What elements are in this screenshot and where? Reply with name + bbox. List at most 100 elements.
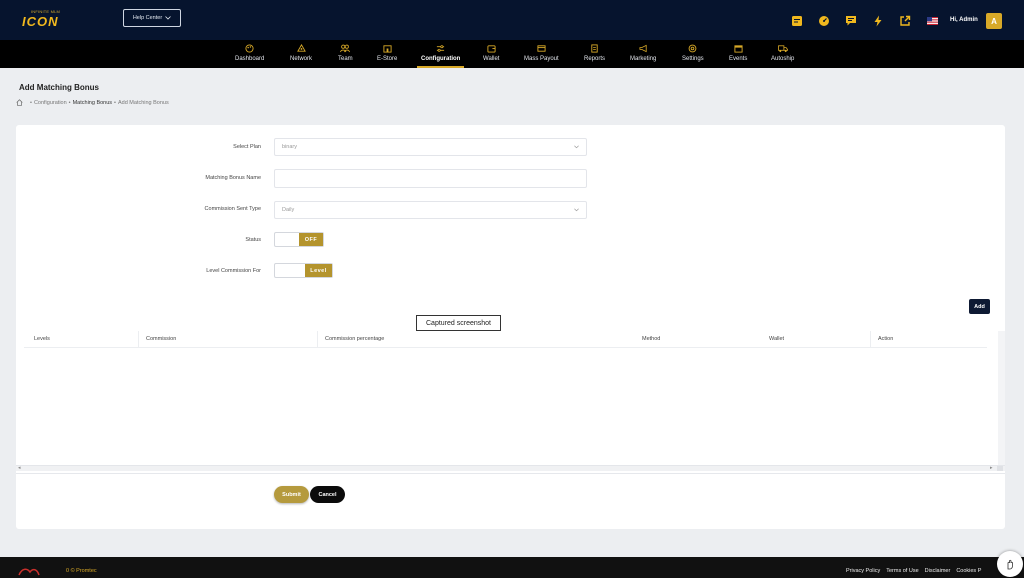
- commission-sent-type-value: Daily: [282, 207, 295, 213]
- nav-item-reports[interactable]: Reports: [584, 43, 605, 66]
- nav-label: Network: [290, 56, 313, 62]
- matching-bonus-name-label: Matching Bonus Name: [205, 175, 261, 181]
- form-card: Select Plan binary Matching Bonus Name C…: [16, 125, 1005, 529]
- status-toggle-value: OFF: [299, 233, 323, 246]
- help-center-label: Help Center: [132, 15, 163, 21]
- nav-label: Wallet: [483, 56, 500, 62]
- clipboard-icon[interactable]: [790, 14, 804, 28]
- copyright-text: 0 © Promtec: [66, 568, 97, 574]
- message-icon[interactable]: [844, 14, 858, 28]
- nav-item-e-store[interactable]: E-Store: [377, 43, 397, 66]
- truck-icon: [777, 43, 788, 53]
- status-label: Status: [245, 237, 261, 243]
- main-nav: Dashboard Network Team E-Store Configura…: [0, 40, 1024, 68]
- page-footer: 0 © Promtec Privacy Policy Terms of Use …: [0, 557, 1024, 578]
- disclaimer-link[interactable]: Disclaimer: [925, 568, 951, 574]
- nav-item-dashboard[interactable]: Dashboard: [235, 43, 264, 66]
- select-plan-label: Select Plan: [233, 144, 261, 150]
- calendar-icon: [733, 43, 743, 53]
- nav-item-settings[interactable]: Settings: [682, 43, 704, 66]
- breadcrumb-matching-bonus[interactable]: Matching Bonus: [73, 100, 112, 106]
- nav-label: Mass Payout: [524, 56, 559, 62]
- captured-screenshot-label: Captured screenshot: [416, 315, 501, 331]
- app-logo[interactable]: INFINITE MLM ICON: [22, 9, 78, 29]
- nav-label: Configuration: [421, 56, 461, 62]
- nav-item-team[interactable]: Team: [338, 43, 353, 66]
- footer-links: Privacy Policy Terms of Use Disclaimer C…: [846, 568, 981, 574]
- footer-logo: [18, 568, 40, 576]
- submit-button[interactable]: Submit: [274, 486, 309, 503]
- level-commission-toggle[interactable]: Level: [274, 263, 333, 278]
- table-header: Levels Commission Commission percentage …: [24, 331, 987, 348]
- home-icon[interactable]: [16, 99, 23, 106]
- us-flag-icon[interactable]: [925, 14, 939, 28]
- nav-label: Settings: [682, 56, 704, 62]
- col-levels: Levels: [34, 336, 50, 342]
- chevron-down-icon: [574, 208, 579, 212]
- breadcrumb: • Configuration • Matching Bonus • Add M…: [16, 99, 169, 106]
- reports-icon: [590, 43, 600, 53]
- team-icon: [340, 43, 351, 53]
- breadcrumb-current: Add Matching Bonus: [117, 99, 169, 106]
- vertical-scrollbar[interactable]: [998, 331, 1005, 466]
- col-commission: Commission: [146, 336, 177, 342]
- chevron-down-icon: [165, 16, 171, 20]
- nav-label: Marketing: [630, 56, 657, 62]
- nav-label: Team: [338, 56, 353, 62]
- nav-label: Dashboard: [235, 56, 265, 62]
- matching-bonus-name-input[interactable]: [274, 169, 587, 188]
- megaphone-icon: [638, 43, 648, 53]
- settings-icon: [688, 43, 698, 53]
- cancel-button[interactable]: Cancel: [310, 486, 345, 503]
- status-toggle[interactable]: OFF: [274, 232, 324, 247]
- bolt-icon[interactable]: [871, 14, 885, 28]
- scroll-corner: [997, 466, 1003, 471]
- commission-sent-type-label: Commission Sent Type: [204, 206, 261, 212]
- palette-icon: [245, 43, 255, 53]
- level-commission-for-label: Level Commission For: [206, 268, 261, 274]
- nav-item-network[interactable]: Network: [290, 43, 312, 66]
- wallet-icon: [486, 43, 496, 53]
- level-commission-toggle-value: Level: [305, 264, 332, 277]
- terms-of-use-link[interactable]: Terms of Use: [886, 568, 918, 574]
- nav-item-wallet[interactable]: Wallet: [483, 43, 499, 66]
- privacy-policy-link[interactable]: Privacy Policy: [846, 568, 880, 574]
- col-method: Method: [642, 336, 661, 342]
- scroll-right-icon[interactable]: ▸: [990, 465, 993, 471]
- add-button[interactable]: Add: [969, 299, 990, 314]
- export-icon[interactable]: [898, 14, 912, 28]
- header-icon-bar: [790, 13, 952, 29]
- page-title: Add Matching Bonus: [19, 83, 99, 92]
- col-commission-percentage: Commission percentage: [325, 336, 385, 342]
- commission-sent-type-dropdown[interactable]: Daily: [274, 201, 587, 219]
- select-plan-value: binary: [282, 144, 297, 150]
- nav-label: Events: [729, 56, 748, 62]
- select-plan-dropdown[interactable]: binary: [274, 138, 587, 156]
- nav-item-mass-payout[interactable]: Mass Payout: [524, 43, 559, 66]
- breadcrumb-configuration[interactable]: Configuration: [34, 100, 67, 106]
- dashboard-gauge-icon[interactable]: [817, 14, 831, 28]
- nav-item-autoship[interactable]: Autoship: [771, 43, 794, 66]
- network-icon: [296, 43, 306, 53]
- help-center-dropdown[interactable]: Help Center: [123, 9, 181, 27]
- avatar[interactable]: A: [986, 13, 1002, 29]
- nav-label: Autoship: [771, 56, 795, 62]
- chat-hand-icon[interactable]: [997, 551, 1023, 577]
- cookies-policy-link[interactable]: Cookies P: [956, 568, 981, 574]
- nav-label: Reports: [584, 56, 606, 62]
- store-icon: [382, 43, 392, 53]
- top-bar: INFINITE MLM ICON Help Center Hi, Admin …: [0, 0, 1024, 40]
- nav-item-marketing[interactable]: Marketing: [630, 43, 656, 66]
- user-greeting: Hi, Admin: [950, 17, 978, 23]
- nav-item-events[interactable]: Events: [729, 43, 747, 66]
- nav-item-configuration[interactable]: Configuration: [416, 43, 465, 68]
- col-action: Action: [878, 336, 894, 342]
- sliders-icon: [436, 43, 446, 53]
- logo-text: ICON: [22, 14, 59, 29]
- chevron-down-icon: [574, 145, 579, 149]
- nav-label: E-Store: [377, 56, 398, 62]
- payout-icon: [536, 43, 546, 53]
- scroll-left-icon[interactable]: ◂: [18, 465, 21, 471]
- horizontal-scrollbar[interactable]: ◂ ▸: [16, 465, 1005, 471]
- col-wallet: Wallet: [769, 336, 785, 342]
